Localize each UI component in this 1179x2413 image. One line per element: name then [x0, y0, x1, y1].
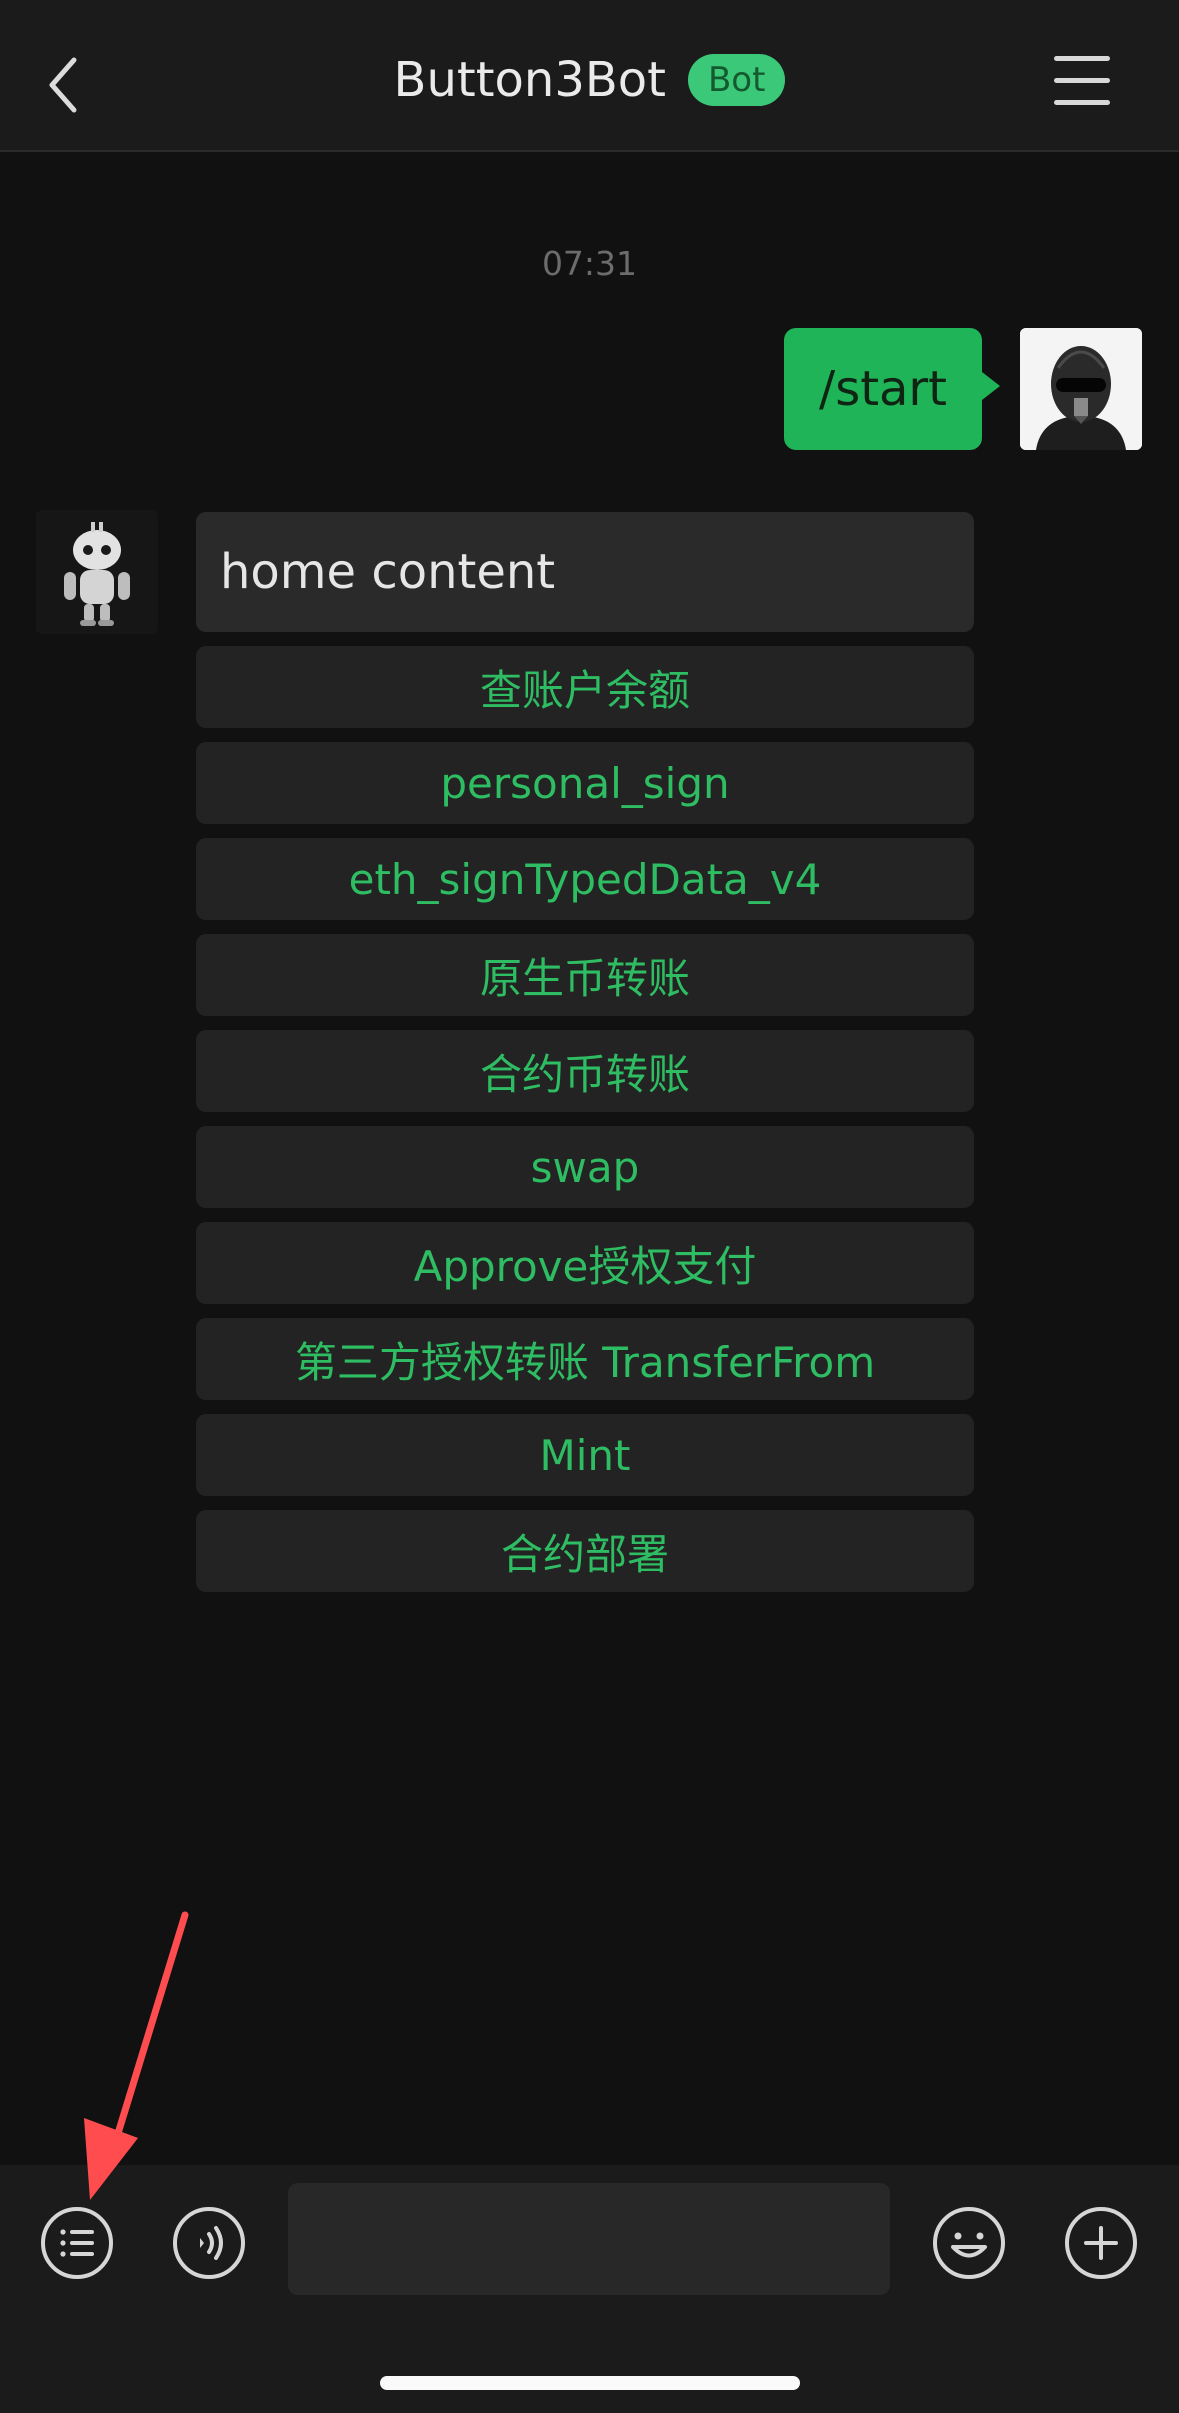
title-area: Button3Bot Bot	[0, 52, 1179, 116]
chat-header: Button3Bot Bot	[0, 0, 1179, 152]
robot-avatar-icon	[36, 510, 158, 634]
inline-button-token-transfer[interactable]: 合约币转账	[196, 1030, 974, 1112]
bot-message-bubble: home content	[196, 512, 974, 632]
masked-person-avatar-icon	[1020, 328, 1142, 450]
user-message-bubble[interactable]: /start	[784, 328, 1000, 450]
bot-message-text: home content	[220, 544, 556, 600]
message-timestamp: 07:31	[541, 244, 638, 283]
bot-badge: Bot	[687, 54, 786, 106]
hamburger-menu-icon[interactable]	[1054, 56, 1110, 108]
plus-icon[interactable]	[1064, 2206, 1138, 2280]
inline-button-transfer-from[interactable]: 第三方授权转账 TransferFrom	[196, 1318, 974, 1400]
inline-button-swap[interactable]: swap	[196, 1126, 974, 1208]
inline-button-approve[interactable]: Approve授权支付	[196, 1222, 974, 1304]
message-input[interactable]	[288, 2183, 890, 2295]
bot-avatar[interactable]	[36, 510, 158, 634]
user-message-text: /start	[819, 361, 947, 417]
inline-button-native-transfer[interactable]: 原生币转账	[196, 934, 974, 1016]
inline-keyboard: 查账户余额 personal_sign eth_signTypedData_v4…	[196, 646, 974, 1606]
home-indicator	[380, 2376, 800, 2390]
emoji-icon[interactable]	[932, 2206, 1006, 2280]
inline-button-check-balance[interactable]: 查账户余额	[196, 646, 974, 728]
voice-icon[interactable]	[172, 2206, 246, 2280]
chat-title: Button3Bot	[393, 52, 666, 108]
inline-button-deploy-contract[interactable]: 合约部署	[196, 1510, 974, 1592]
inline-button-sign-typed-data[interactable]: eth_signTypedData_v4	[196, 838, 974, 920]
list-icon[interactable]	[40, 2206, 114, 2280]
user-avatar[interactable]	[1020, 328, 1142, 450]
inline-button-mint[interactable]: Mint	[196, 1414, 974, 1496]
inline-button-personal-sign[interactable]: personal_sign	[196, 742, 974, 824]
